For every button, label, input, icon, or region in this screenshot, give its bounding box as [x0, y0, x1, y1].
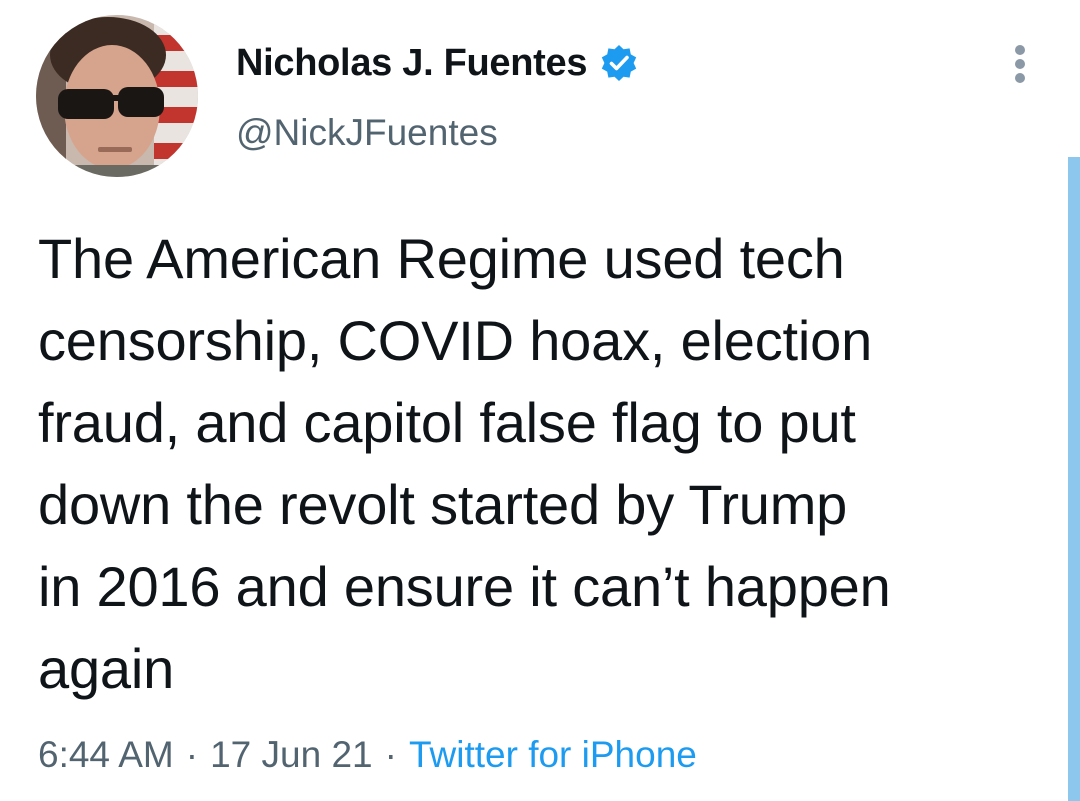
tweet-line: The American Regime used tech — [38, 227, 845, 290]
tweet-line: fraud, and capitol false flag to put — [38, 391, 856, 454]
more-vertical-icon — [1015, 45, 1025, 83]
separator: · — [185, 734, 199, 775]
tweet-text: The American Regime used tech censorship… — [38, 218, 1048, 710]
tweet-line: censorship, COVID hoax, election — [38, 309, 873, 372]
verified-badge-icon — [599, 43, 639, 83]
tweet-card: Nicholas J. Fuentes @NickJFuentes The Am… — [0, 0, 1080, 801]
avatar[interactable] — [36, 15, 198, 177]
display-name[interactable]: Nicholas J. Fuentes — [236, 42, 587, 85]
author-row: Nicholas J. Fuentes — [236, 38, 639, 88]
tweet-line: again — [38, 637, 175, 700]
scrollbar[interactable] — [1068, 157, 1080, 801]
tweet-date[interactable]: 17 Jun 21 — [210, 734, 373, 775]
tweet-line: in 2016 and ensure it can’t happen — [38, 555, 891, 618]
more-options-button[interactable] — [1008, 44, 1032, 84]
tweet-metadata: 6:44 AM · 17 Jun 21 · Twitter for iPhone — [38, 734, 697, 776]
tweet-line: down the revolt started by Trump — [38, 473, 848, 536]
profile-photo-icon — [36, 15, 198, 177]
tweet-time[interactable]: 6:44 AM — [38, 734, 174, 775]
separator: · — [384, 734, 397, 775]
tweet-source-link[interactable]: Twitter for iPhone — [409, 734, 697, 775]
handle[interactable]: @NickJFuentes — [236, 112, 498, 154]
